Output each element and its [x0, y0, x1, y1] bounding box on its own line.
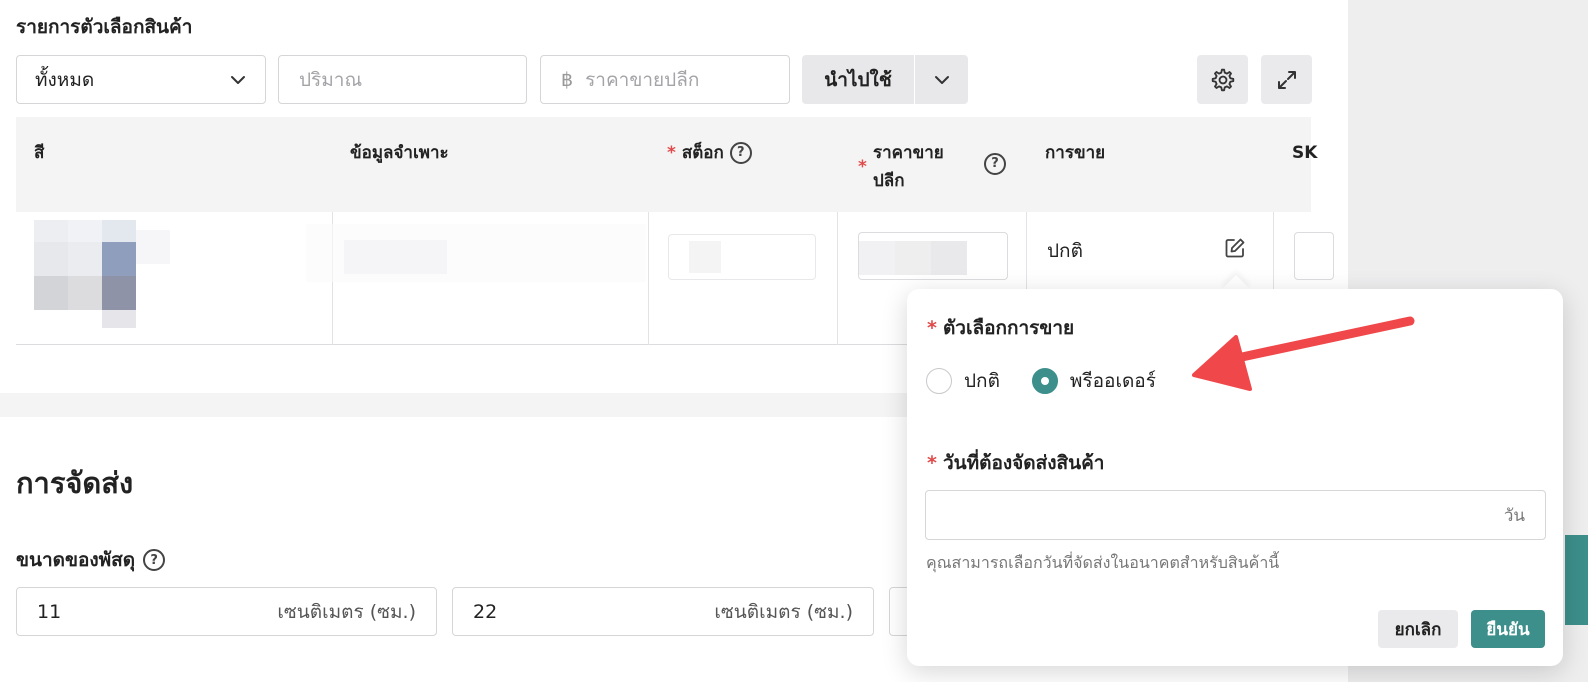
variant-filter-value: ทั้งหมด	[35, 68, 95, 91]
side-action-tab[interactable]	[1565, 535, 1588, 625]
annotation-arrow	[1192, 316, 1415, 391]
apply-button[interactable]: นำไปใช้	[802, 55, 914, 104]
ship-days-hint: คุณสามารถเลือกวันที่จัดส่งในอนาคตสำหรับส…	[926, 553, 1280, 572]
col-header-sales: การขาย	[1045, 143, 1106, 163]
parcel-length-unit: เซนติเมตร (ซม.)	[714, 600, 853, 623]
parcel-length-value: 22	[473, 600, 498, 623]
required-mark: *	[858, 157, 867, 177]
help-icon[interactable]: ?	[984, 153, 1006, 175]
chevron-down-icon	[231, 75, 245, 84]
col-header-stock-label: สต็อก	[681, 143, 724, 163]
expand-table-button[interactable]	[1261, 55, 1312, 104]
radio-preorder-label[interactable]: พรีออเดอร์	[1070, 366, 1156, 396]
variant-filter-select[interactable]: ทั้งหมด	[16, 55, 266, 104]
ship-days-input[interactable]: วัน	[925, 490, 1546, 540]
ship-days-unit: วัน	[1503, 505, 1525, 526]
parcel-width-unit: เซนติเมตร (ซม.)	[277, 600, 416, 623]
col-header-stock: * สต็อก?	[667, 139, 752, 167]
parcel-size-label: ขนาดของพัสดุ ?	[16, 545, 166, 575]
radio-normal-label[interactable]: ปกติ	[964, 366, 1000, 396]
help-icon[interactable]: ?	[729, 142, 752, 164]
col-header-color: สี	[34, 143, 45, 163]
col-header-price-line1: ราคาขาย	[873, 143, 944, 163]
required-mark: *	[927, 452, 937, 474]
col-header-spec: ข้อมูลจำเพาะ	[350, 143, 449, 163]
column-divider	[648, 212, 649, 345]
radio-normal[interactable]	[926, 368, 952, 394]
color-swatch-image[interactable]	[34, 220, 170, 328]
sale-option-label: * ตัวเลือกการขาย	[927, 313, 1074, 343]
variants-section-title: รายการตัวเลือกสินค้า	[16, 16, 193, 38]
parcel-size-text: ขนาดของพัสดุ	[16, 549, 136, 571]
apply-dropdown-toggle[interactable]	[915, 55, 968, 104]
col-header-price-line2: ปลีก	[873, 171, 905, 191]
variants-table-header: สี ข้อมูลจำเพาะ * สต็อก? * ราคาขาย ปลีก ?…	[16, 117, 1317, 212]
parcel-length-input[interactable]: 22 เซนติเมตร (ซม.)	[452, 587, 874, 636]
radio-preorder[interactable]	[1031, 368, 1058, 394]
sku-input[interactable]	[1294, 232, 1334, 280]
price-input[interactable]	[858, 232, 1008, 280]
expand-icon	[1277, 70, 1296, 89]
col-header-sku: SK	[1292, 143, 1318, 163]
bulk-price-placeholder: ราคาขายปลีก	[585, 68, 700, 91]
gear-icon	[1211, 68, 1234, 91]
table-settings-button[interactable]	[1197, 55, 1248, 104]
parcel-width-value: 11	[37, 600, 62, 623]
stock-input[interactable]	[668, 234, 816, 280]
shipping-section-title: การจัดส่ง	[16, 466, 134, 500]
bulk-price-input[interactable]: ฿ ราคาขายปลีก	[540, 55, 790, 104]
baht-currency-icon: ฿	[561, 68, 574, 91]
parcel-width-input[interactable]: 11 เซนติเมตร (ซม.)	[16, 587, 437, 636]
bulk-quantity-placeholder: ปริมาณ	[299, 68, 363, 91]
sale-option-label-text: ตัวเลือกการขาย	[942, 317, 1075, 339]
required-mark: *	[667, 143, 676, 163]
confirm-button[interactable]: ยืนยัน	[1471, 610, 1545, 648]
ship-days-label-text: วันที่ต้องจัดส่งสินค้า	[942, 452, 1105, 474]
sales-mode-value: ปกติ	[1047, 240, 1083, 262]
edit-icon[interactable]	[1223, 236, 1247, 260]
ship-days-label: * วันที่ต้องจัดส่งสินค้า	[927, 448, 1104, 478]
spec-value-redacted	[306, 224, 646, 282]
required-mark: *	[927, 317, 937, 339]
sale-option-radio-group: ปกติ พรีออเดอร์	[926, 366, 1156, 396]
help-icon[interactable]: ?	[143, 549, 166, 571]
column-divider	[837, 212, 838, 345]
bulk-quantity-input[interactable]: ปริมาณ	[278, 55, 527, 104]
chevron-down-icon	[934, 75, 949, 84]
cancel-button[interactable]: ยกเลิก	[1378, 610, 1458, 648]
